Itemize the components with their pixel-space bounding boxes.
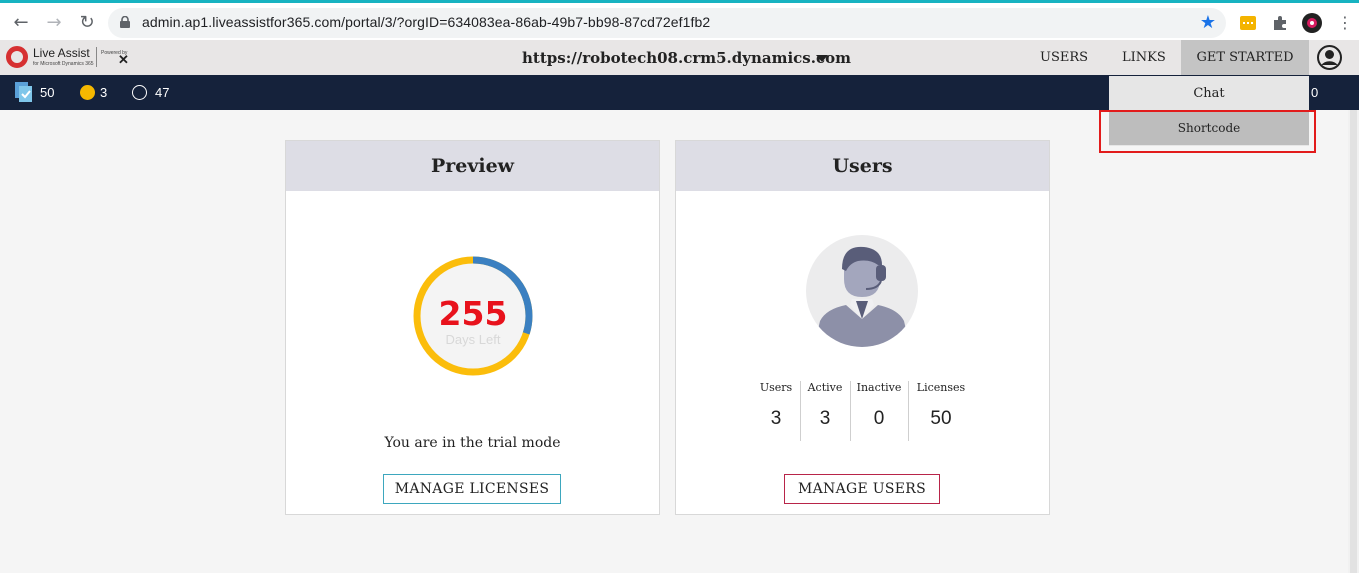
scrollbar-thumb[interactable] (1350, 110, 1357, 573)
stat-label: Inactive (856, 381, 902, 394)
stat-label: Licenses (916, 381, 966, 394)
nav-users[interactable]: USERS (1040, 50, 1088, 65)
menu-icon[interactable]: ⋮ (1333, 11, 1357, 35)
days-left-gauge: 255 Days Left (411, 254, 535, 378)
stat-value: 3 (770, 408, 782, 429)
users-card: Users Users 3 Active 3 Inactive 0 Licens… (675, 140, 1050, 515)
preview-card: Preview 255 Days Left You are in the tri… (285, 140, 660, 515)
days-left-label: Days Left (445, 332, 501, 347)
page-scrollbar[interactable] (1348, 110, 1359, 573)
logo-text: Live Assist (33, 46, 90, 60)
star-icon[interactable]: ★ (1200, 12, 1216, 33)
app-header: Live Assist for Microsoft Dynamics 365 P… (0, 40, 1359, 75)
stat-label: Users (759, 381, 793, 394)
stat-value: 3 (819, 408, 831, 429)
back-icon[interactable]: ← (9, 11, 33, 35)
dropdown-item-chat[interactable]: Chat (1109, 76, 1309, 111)
preview-card-title: Preview (286, 141, 659, 191)
headset-user-icon (814, 246, 910, 347)
trial-mode-text: You are in the trial mode (384, 435, 561, 451)
profile-icon[interactable] (1302, 13, 1322, 33)
license-icon (15, 82, 32, 102)
address-bar[interactable]: admin.ap1.liveassistfor365.com/portal/3/… (108, 8, 1226, 38)
puzzle-icon[interactable] (1272, 15, 1288, 31)
shortcode-highlight-box (1099, 110, 1316, 153)
active-count: 3 (100, 85, 108, 100)
inactive-count: 47 (155, 85, 170, 100)
nav-links[interactable]: LINKS (1122, 50, 1166, 65)
user-account-icon[interactable] (1317, 45, 1342, 70)
org-selector[interactable]: https://robotech08.crm5.dynamics.com (522, 49, 851, 67)
stat-value: 0 (873, 408, 885, 429)
lifebuoy-icon (6, 46, 28, 68)
stat-label: Active (807, 381, 843, 394)
users-card-title: Users (676, 141, 1049, 191)
active-status-icon (80, 85, 95, 100)
lock-icon (120, 16, 130, 28)
manage-licenses-button[interactable]: MANAGE LICENSES (383, 474, 561, 504)
extension-icon[interactable] (1240, 15, 1256, 31)
manage-users-button[interactable]: MANAGE USERS (784, 474, 940, 504)
url-text: admin.ap1.liveassistfor365.com/portal/3/… (142, 14, 711, 30)
status-right-count: 0 (1311, 85, 1319, 100)
stat-divider (908, 381, 909, 441)
agent-avatar (806, 235, 918, 347)
stat-users: Users 3 (756, 381, 796, 430)
days-left-number: 255 (438, 294, 508, 333)
stat-inactive: Inactive 0 (855, 381, 903, 430)
stat-active: Active 3 (804, 381, 846, 430)
live-assist-logo[interactable]: Live Assist for Microsoft Dynamics 365 P… (6, 44, 136, 72)
stat-divider (850, 381, 851, 441)
stat-licenses: Licenses 50 (914, 381, 968, 430)
nav-get-started[interactable]: GET STARTED (1181, 40, 1309, 75)
stat-value: 50 (930, 408, 952, 429)
logo-subtext: for Microsoft Dynamics 365 (33, 61, 94, 67)
license-count: 50 (40, 85, 55, 100)
stat-divider (800, 381, 801, 441)
browser-toolbar: ← → ↻ admin.ap1.liveassistfor365.com/por… (0, 0, 1359, 40)
forward-icon[interactable]: → (42, 11, 66, 35)
chevron-down-icon[interactable] (816, 55, 828, 62)
cafex-logo-icon: ✕ (118, 52, 129, 67)
inactive-status-icon (132, 85, 147, 100)
logo-divider (96, 47, 97, 67)
reload-icon[interactable]: ↻ (75, 11, 99, 35)
